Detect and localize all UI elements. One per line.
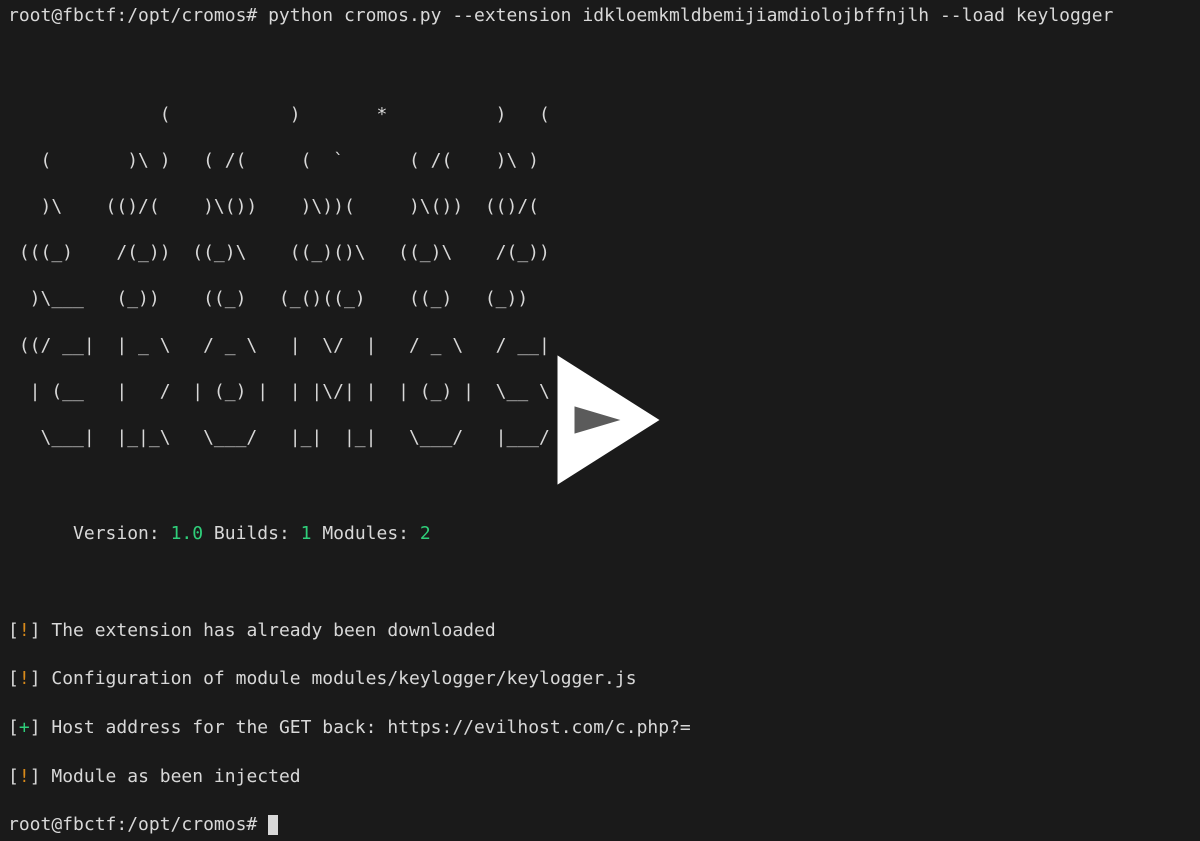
log-line: [+] Host address for the GET back: https…	[8, 716, 1192, 740]
cursor-block	[268, 815, 278, 835]
play-icon	[515, 335, 685, 505]
log-line: [!] Configuration of module modules/keyl…	[8, 667, 1192, 691]
play-button[interactable]	[515, 335, 685, 505]
final-prompt-line: root@fbctf:/opt/cromos#	[8, 813, 1192, 837]
blank-line	[8, 53, 1192, 77]
blank-line	[8, 570, 1192, 594]
command-line: root@fbctf:/opt/cromos# python cromos.py…	[8, 4, 1192, 28]
version-info: Version: 1.0 Builds: 1 Modules: 2	[8, 522, 1192, 546]
log-line: [!] The extension has already been downl…	[8, 619, 1192, 643]
log-line: [!] Module as been injected	[8, 765, 1192, 789]
